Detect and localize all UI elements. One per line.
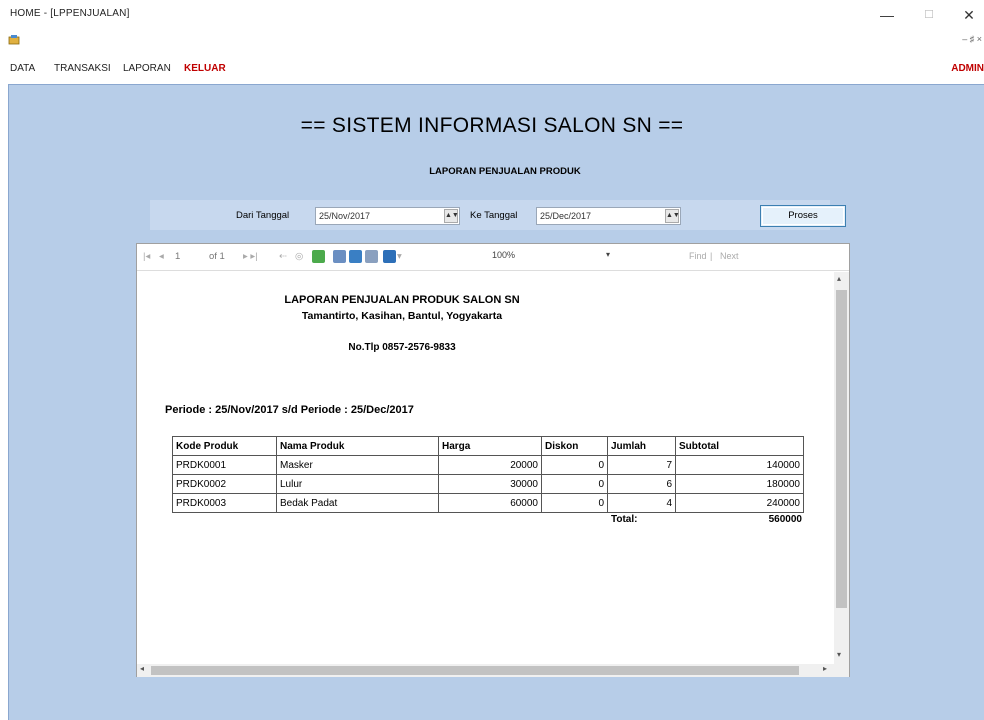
- to-date-picker[interactable]: 25/Dec/2017 ▲▼: [536, 207, 681, 225]
- report-periode: Periode : 25/Nov/2017 s/d Periode : 25/D…: [165, 404, 414, 416]
- from-date-value: 25/Nov/2017: [319, 211, 371, 221]
- mdi-child-bar: – ♯ ×: [0, 30, 984, 52]
- menu-laporan[interactable]: LAPORAN: [123, 63, 171, 74]
- report-page: LAPORAN PENJUALAN PRODUK SALON SN Tamant…: [137, 272, 834, 664]
- page-setup-icon[interactable]: [365, 250, 378, 263]
- cell-nama: Masker: [276, 455, 439, 475]
- find-separator: |: [710, 251, 713, 261]
- cell-kode: PRDK0002: [172, 474, 277, 494]
- mdi-window-controls[interactable]: – ♯ ×: [962, 34, 982, 44]
- col-nama-produk: Nama Produk: [276, 436, 439, 456]
- scroll-left-icon[interactable]: ◂: [140, 664, 144, 673]
- print-icon[interactable]: [333, 250, 346, 263]
- back-icon[interactable]: ⇠: [279, 251, 287, 262]
- cell-nama: Lulur: [276, 474, 439, 494]
- cell-harga: 30000: [438, 474, 542, 494]
- user-label: ADMIN: [951, 63, 984, 74]
- cell-subtotal: 140000: [675, 455, 804, 475]
- maximize-button[interactable]: ☐: [914, 4, 944, 26]
- cell-diskon: 0: [541, 455, 608, 475]
- page-title: == SISTEM INFORMASI SALON SN ==: [300, 114, 684, 137]
- report-phone: No.Tlp 0857-2576-9833: [348, 342, 456, 353]
- vertical-scrollbar[interactable]: ▴ ▾: [834, 272, 849, 664]
- scroll-down-icon[interactable]: ▾: [837, 650, 841, 659]
- total-label: Total:: [611, 514, 638, 525]
- first-page-icon[interactable]: |◂: [143, 251, 150, 262]
- export-icon[interactable]: [383, 250, 396, 263]
- col-kode-produk: Kode Produk: [172, 436, 277, 456]
- cell-diskon: 0: [541, 474, 608, 494]
- from-date-label: Dari Tanggal: [236, 210, 290, 221]
- window-title: HOME - [LPPENJUALAN]: [10, 8, 130, 19]
- vertical-scroll-thumb[interactable]: [836, 290, 847, 608]
- chevron-down-icon: ▾: [605, 250, 610, 259]
- menu-transaksi[interactable]: TRANSAKSI: [54, 63, 111, 74]
- title-bar: HOME - [LPPENJUALAN] — ☐ ✕: [0, 0, 984, 30]
- date-filter-bar: Dari Tanggal 25/Nov/2017 ▲▼ Ke Tanggal 2…: [150, 200, 846, 230]
- report-viewer: |◂ ◂ 1 of 1 ▸ ▸| ⇠ ◎ ▾ 100% ▾ Find | Nex…: [136, 243, 850, 677]
- close-button[interactable]: ✕: [954, 4, 984, 26]
- cell-kode: PRDK0003: [172, 493, 277, 513]
- report-subtitle: LAPORAN PENJUALAN PRODUK: [429, 166, 581, 177]
- next-button[interactable]: Next: [720, 251, 739, 261]
- horizontal-scrollbar[interactable]: ◂ ▸: [137, 664, 834, 677]
- refresh-icon[interactable]: [312, 250, 325, 263]
- horizontal-scroll-thumb[interactable]: [151, 666, 799, 675]
- total-value: 560000: [768, 514, 802, 525]
- cell-jumlah: 7: [607, 455, 676, 475]
- table-row: PRDK0002 Lulur 30000 0 6 180000: [172, 474, 804, 494]
- menu-data[interactable]: DATA: [10, 63, 35, 74]
- col-jumlah: Jumlah: [607, 436, 676, 456]
- cell-harga: 60000: [438, 493, 542, 513]
- cell-jumlah: 4: [607, 493, 676, 513]
- sales-table: Kode Produk Nama Produk Harga Diskon Jum…: [172, 436, 804, 513]
- table-header-row: Kode Produk Nama Produk Harga Diskon Jum…: [172, 436, 804, 456]
- menu-bar: DATA TRANSAKSI LAPORAN KELUAR ADMIN: [0, 58, 984, 80]
- proses-button[interactable]: Proses: [760, 205, 846, 227]
- scroll-corner: [834, 664, 849, 677]
- cell-subtotal: 240000: [675, 493, 804, 513]
- app-icon[interactable]: [8, 34, 20, 46]
- to-date-label: Ke Tanggal: [470, 210, 518, 221]
- from-date-spinner-icon[interactable]: ▲▼: [444, 209, 459, 223]
- scroll-right-icon[interactable]: ▸: [823, 664, 827, 673]
- zoom-value: 100%: [492, 250, 516, 260]
- minimize-button[interactable]: —: [872, 4, 902, 26]
- export-dropdown-icon[interactable]: ▾: [397, 251, 402, 262]
- cell-harga: 20000: [438, 455, 542, 475]
- table-row: PRDK0001 Masker 20000 0 7 140000: [172, 455, 804, 475]
- report-address: Tamantirto, Kasihan, Bantul, Yogyakarta: [301, 310, 503, 322]
- find-button[interactable]: Find: [689, 251, 707, 261]
- prev-page-icon[interactable]: ◂: [159, 251, 164, 262]
- cell-nama: Bedak Padat: [276, 493, 439, 513]
- page-number-input[interactable]: 1: [175, 251, 180, 262]
- stop-icon[interactable]: ◎: [295, 251, 303, 262]
- page-count-label: of 1: [209, 251, 225, 262]
- cell-jumlah: 6: [607, 474, 676, 494]
- report-toolbar: |◂ ◂ 1 of 1 ▸ ▸| ⇠ ◎ ▾ 100% ▾ Find | Nex…: [137, 244, 849, 271]
- scroll-up-icon[interactable]: ▴: [837, 274, 841, 283]
- from-date-picker[interactable]: 25/Nov/2017 ▲▼: [315, 207, 460, 225]
- col-diskon: Diskon: [541, 436, 608, 456]
- print-layout-icon[interactable]: [349, 250, 362, 263]
- to-date-value: 25/Dec/2017: [540, 211, 592, 221]
- table-row: PRDK0003 Bedak Padat 60000 0 4 240000: [172, 493, 804, 513]
- cell-subtotal: 180000: [675, 474, 804, 494]
- col-harga: Harga: [438, 436, 542, 456]
- report-title: LAPORAN PENJUALAN PRODUK SALON SN: [284, 294, 520, 306]
- menu-keluar[interactable]: KELUAR: [184, 63, 226, 74]
- cell-diskon: 0: [541, 493, 608, 513]
- to-date-spinner-icon[interactable]: ▲▼: [665, 209, 680, 223]
- col-subtotal: Subtotal: [675, 436, 804, 456]
- zoom-select[interactable]: 100% ▾: [492, 250, 612, 265]
- cell-kode: PRDK0001: [172, 455, 277, 475]
- next-page-icon[interactable]: ▸ ▸|: [243, 251, 258, 262]
